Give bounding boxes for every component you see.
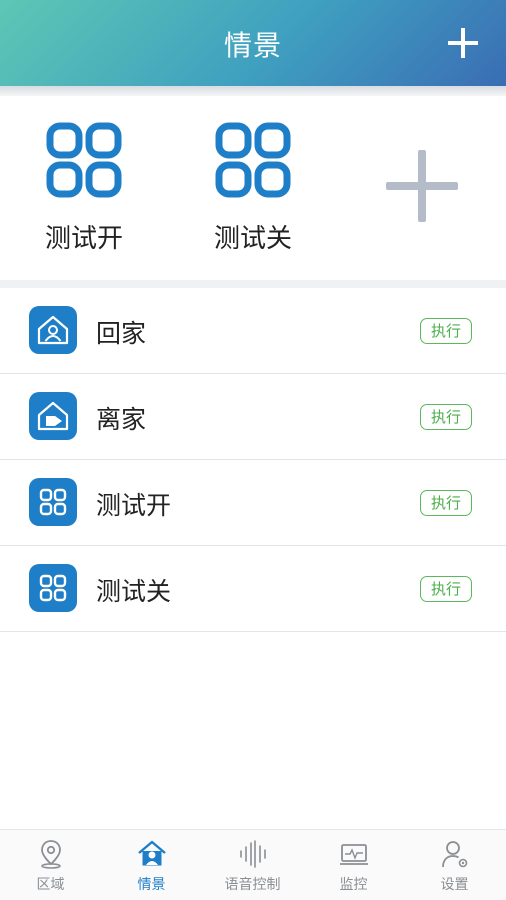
grid-icon bbox=[29, 564, 77, 612]
list-item[interactable]: 测试开 执行 bbox=[0, 460, 506, 546]
scene-name: 测试开 bbox=[96, 491, 172, 520]
page-title: 情景 bbox=[223, 29, 282, 62]
nav-tab-scene[interactable]: 情景 bbox=[101, 838, 202, 894]
list-item[interactable]: 测试关 执行 bbox=[0, 546, 506, 632]
nav-tab-voice[interactable]: 语音控制 bbox=[202, 838, 303, 894]
nav-label: 监控 bbox=[339, 877, 368, 893]
nav-tab-area[interactable]: 区域 bbox=[0, 838, 101, 894]
list-item[interactable]: 回家 执行 bbox=[0, 288, 506, 374]
nav-label: 情景 bbox=[137, 877, 166, 893]
nav-tab-settings[interactable]: 设置 bbox=[404, 838, 505, 894]
nav-label: 设置 bbox=[440, 877, 469, 893]
header-bar: 情景 bbox=[0, 0, 506, 86]
execute-button[interactable]: 执行 bbox=[420, 490, 472, 516]
header-shadow bbox=[0, 86, 506, 96]
scene-name: 离家 bbox=[96, 405, 147, 434]
quick-scene-label: 测试关 bbox=[213, 224, 292, 254]
user-settings-icon bbox=[441, 841, 467, 868]
grid-icon bbox=[29, 478, 77, 526]
home-exit-icon bbox=[29, 392, 77, 440]
monitor-icon bbox=[339, 844, 368, 865]
quick-scenes: 测试开 测试关 bbox=[0, 96, 506, 280]
nav-label: 区域 bbox=[36, 877, 65, 893]
scene-name: 测试关 bbox=[96, 577, 172, 606]
execute-button[interactable]: 执行 bbox=[420, 318, 472, 344]
quick-scene-test-off[interactable]: 测试关 bbox=[198, 122, 308, 255]
plus-icon[interactable] bbox=[446, 26, 480, 60]
quick-scene-label: 测试开 bbox=[44, 224, 123, 254]
voice-wave-icon bbox=[239, 840, 266, 868]
section-divider bbox=[0, 280, 506, 288]
execute-button[interactable]: 执行 bbox=[420, 404, 472, 430]
scene-home-icon bbox=[137, 840, 166, 866]
list-item[interactable]: 离家 执行 bbox=[0, 374, 506, 460]
home-person-icon bbox=[29, 306, 77, 354]
location-pin-icon bbox=[40, 840, 61, 869]
nav-label: 语音控制 bbox=[224, 877, 281, 893]
scene-list: 回家 执行 离家 执行 测试开 执行 测试关 执行 bbox=[0, 288, 506, 632]
scene-name: 回家 bbox=[96, 319, 147, 348]
quick-scene-test-on[interactable]: 测试开 bbox=[29, 122, 139, 255]
add-quick-scene-button[interactable] bbox=[384, 148, 460, 224]
nav-tab-monitor[interactable]: 监控 bbox=[303, 838, 404, 894]
grid-icon bbox=[46, 122, 122, 198]
scene-page: 情景 测试开 测试关 回家 执行 离家 执行 测试开 执行 测试关 执行 区域 … bbox=[0, 0, 506, 900]
bottom-nav: 区域 情景 语音控制 监控 设置 bbox=[0, 829, 506, 900]
grid-icon bbox=[215, 122, 291, 198]
execute-button[interactable]: 执行 bbox=[420, 576, 472, 602]
